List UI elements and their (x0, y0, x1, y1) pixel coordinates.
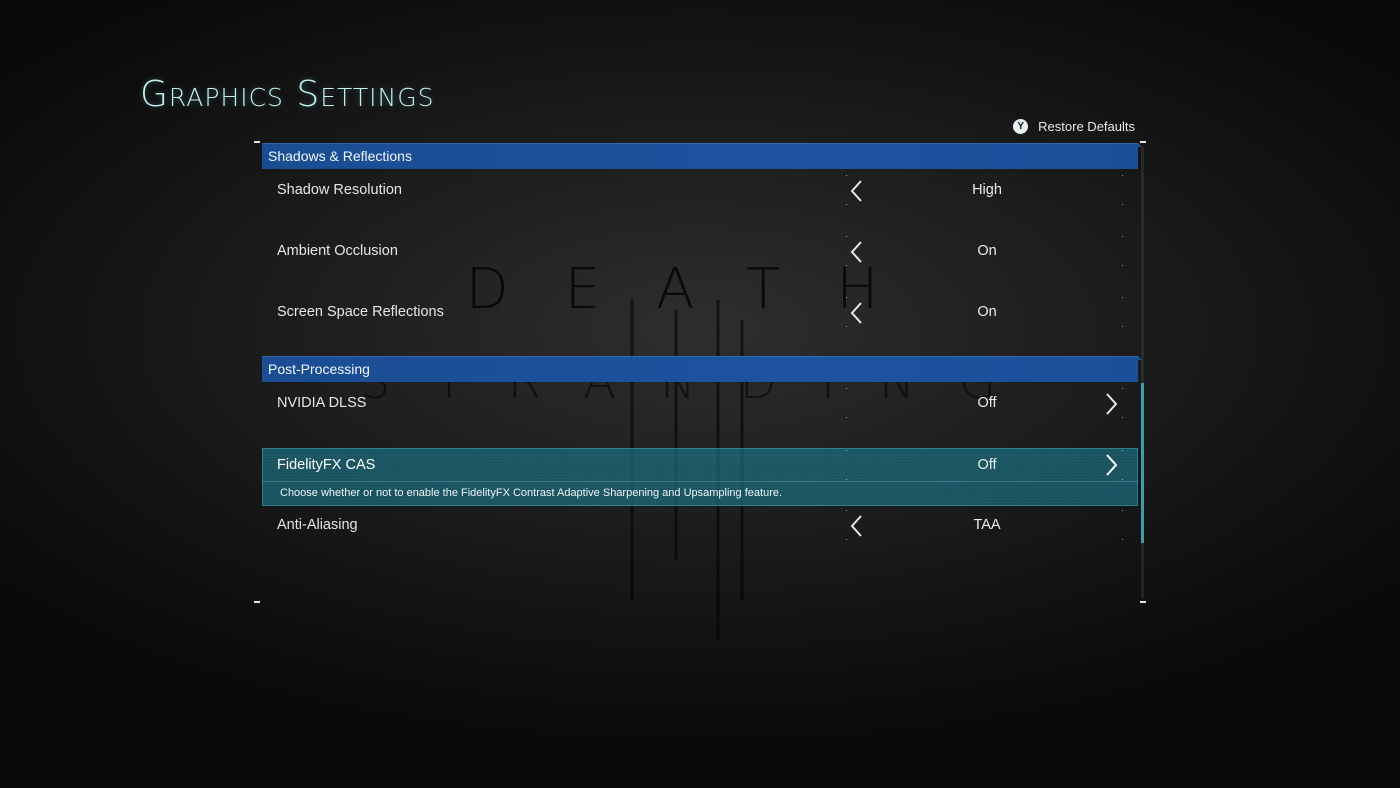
dots-decoration (1122, 175, 1124, 205)
setting-name: Shadow Resolution (277, 182, 402, 198)
setting-row-screen-space-reflections[interactable]: Screen Space Reflections On (262, 291, 1138, 335)
dots-decoration (846, 175, 848, 205)
setting-value: High (972, 182, 1002, 198)
setting-description: Choose whether or not to enable the Fide… (280, 487, 783, 499)
chevron-left-icon[interactable] (846, 238, 868, 266)
setting-row-fidelityfx-cas[interactable]: FidelityFX CAS Off Choose whether or not… (262, 448, 1138, 506)
restore-defaults-button[interactable]: Y Restore Defaults (1013, 119, 1135, 134)
chevron-left-icon[interactable] (846, 512, 868, 540)
restore-defaults-label: Restore Defaults (1038, 119, 1135, 134)
section-header-label: Post-Processing (268, 361, 370, 377)
chevron-left-icon[interactable] (846, 177, 868, 205)
panel-corner-top-left (254, 141, 260, 143)
dots-decoration (846, 388, 848, 418)
chevron-right-icon[interactable] (1100, 390, 1122, 418)
section-header-post-processing: Post-Processing (262, 356, 1142, 382)
setting-name: FidelityFX CAS (277, 457, 376, 473)
setting-row-ambient-occlusion[interactable]: Ambient Occlusion On (262, 230, 1138, 274)
setting-value: Off (977, 395, 997, 411)
dots-decoration (1122, 297, 1124, 327)
setting-row-shadow-resolution[interactable]: Shadow Resolution High (262, 169, 1138, 213)
dots-decoration (1122, 236, 1124, 266)
row-divider (262, 481, 1138, 482)
panel-corner-bottom-left (254, 601, 260, 603)
setting-row-anti-aliasing[interactable]: Anti-Aliasing TAA (262, 504, 1138, 548)
dots-decoration (1122, 510, 1124, 540)
setting-row-nvidia-dlss[interactable]: NVIDIA DLSS Off (262, 382, 1138, 426)
scrollbar-thumb[interactable] (1141, 383, 1144, 543)
setting-value: Off (977, 457, 997, 473)
dots-decoration (1122, 450, 1124, 480)
setting-name: Ambient Occlusion (277, 243, 398, 259)
dots-decoration (846, 297, 848, 327)
dots-decoration (846, 510, 848, 540)
dots-decoration (846, 236, 848, 266)
page-title: Graphics Settings (140, 74, 435, 115)
y-button-icon: Y (1013, 119, 1029, 134)
chevron-left-icon[interactable] (846, 299, 868, 327)
panel-corner-bottom-right (1140, 601, 1146, 603)
setting-value: On (977, 304, 997, 320)
setting-name: NVIDIA DLSS (277, 395, 367, 411)
dots-decoration (1122, 388, 1124, 418)
setting-name: Screen Space Reflections (277, 304, 444, 320)
dots-decoration (846, 450, 848, 480)
setting-value: TAA (973, 517, 1001, 533)
setting-name: Anti-Aliasing (277, 517, 358, 533)
section-header-shadows-reflections: Shadows & Reflections (262, 143, 1142, 169)
section-header-label: Shadows & Reflections (268, 148, 412, 164)
setting-value: On (977, 243, 997, 259)
chevron-right-icon[interactable] (1100, 451, 1122, 479)
graphics-settings-screen: DEATH STRANDING Graphics Settings Y Rest… (0, 0, 1400, 788)
